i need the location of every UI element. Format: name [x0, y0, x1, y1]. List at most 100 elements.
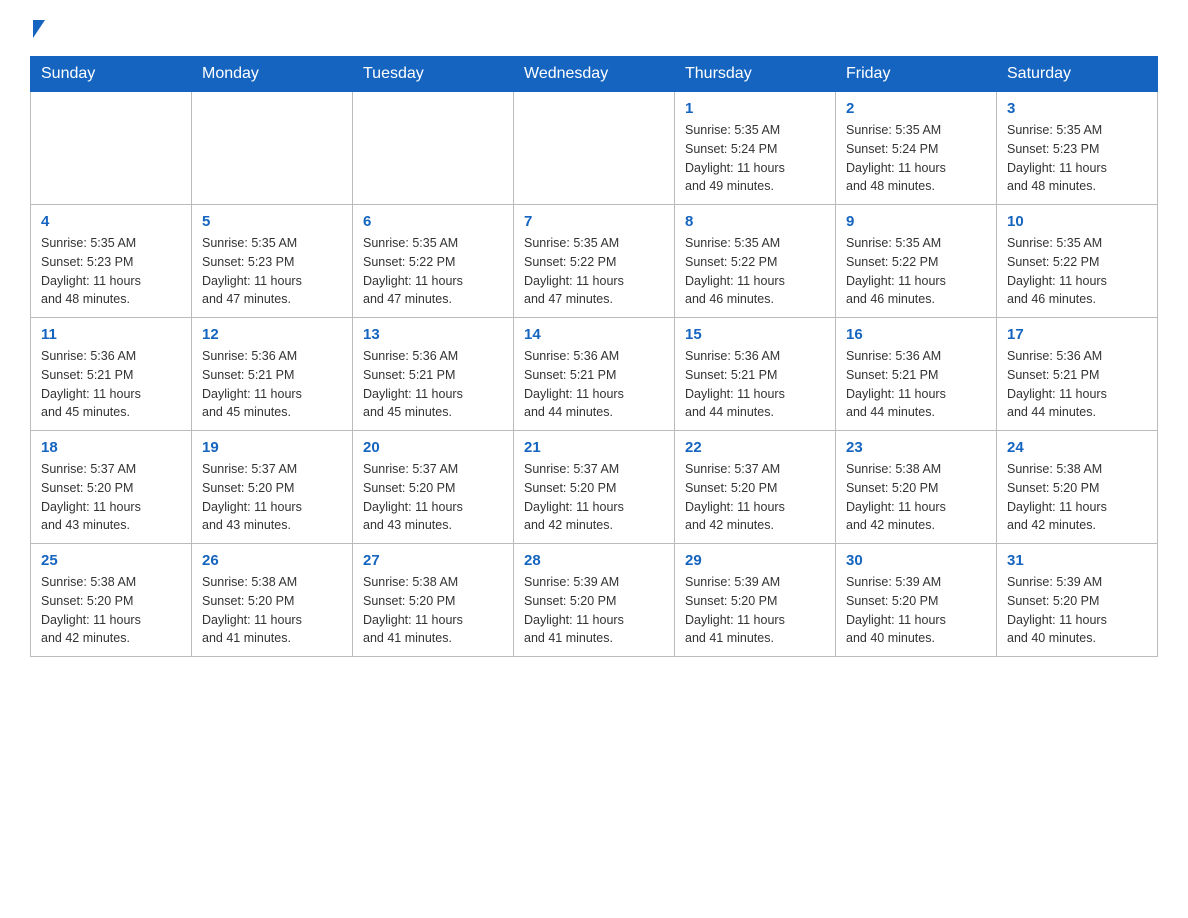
day-info: Sunrise: 5:35 AM Sunset: 5:22 PM Dayligh…	[524, 234, 664, 309]
day-number: 19	[202, 439, 342, 456]
day-info: Sunrise: 5:39 AM Sunset: 5:20 PM Dayligh…	[685, 573, 825, 648]
day-info: Sunrise: 5:39 AM Sunset: 5:20 PM Dayligh…	[524, 573, 664, 648]
calendar-cell: 16 Sunrise: 5:36 AM Sunset: 5:21 PM Dayli…	[836, 318, 997, 431]
day-number: 21	[524, 439, 664, 456]
day-number: 8	[685, 213, 825, 230]
day-info: Sunrise: 5:36 AM Sunset: 5:21 PM Dayligh…	[363, 347, 503, 422]
day-number: 20	[363, 439, 503, 456]
day-number: 13	[363, 326, 503, 343]
day-number: 3	[1007, 100, 1147, 117]
calendar-cell: 3 Sunrise: 5:35 AM Sunset: 5:23 PM Daylig…	[997, 92, 1158, 205]
calendar-cell: 4 Sunrise: 5:35 AM Sunset: 5:23 PM Daylig…	[31, 205, 192, 318]
calendar-cell: 21 Sunrise: 5:37 AM Sunset: 5:20 PM Dayli…	[514, 431, 675, 544]
day-number: 22	[685, 439, 825, 456]
day-info: Sunrise: 5:39 AM Sunset: 5:20 PM Dayligh…	[1007, 573, 1147, 648]
day-info: Sunrise: 5:38 AM Sunset: 5:20 PM Dayligh…	[41, 573, 181, 648]
calendar-header-row: SundayMondayTuesdayWednesdayThursdayFrid…	[31, 57, 1158, 92]
day-info: Sunrise: 5:38 AM Sunset: 5:20 PM Dayligh…	[1007, 460, 1147, 535]
calendar-week-1: 1 Sunrise: 5:35 AM Sunset: 5:24 PM Daylig…	[31, 92, 1158, 205]
calendar-header-tuesday: Tuesday	[353, 57, 514, 92]
day-info: Sunrise: 5:37 AM Sunset: 5:20 PM Dayligh…	[41, 460, 181, 535]
day-info: Sunrise: 5:35 AM Sunset: 5:22 PM Dayligh…	[846, 234, 986, 309]
calendar-cell	[514, 92, 675, 205]
calendar-header-wednesday: Wednesday	[514, 57, 675, 92]
calendar-cell: 17Sunrise: 5:36 AM Sunset: 5:21 PM Dayli…	[997, 318, 1158, 431]
day-number: 9	[846, 213, 986, 230]
day-info: Sunrise: 5:37 AM Sunset: 5:20 PM Dayligh…	[524, 460, 664, 535]
day-info: Sunrise: 5:35 AM Sunset: 5:23 PM Dayligh…	[41, 234, 181, 309]
day-info: Sunrise: 5:35 AM Sunset: 5:22 PM Dayligh…	[685, 234, 825, 309]
calendar-cell: 15 Sunrise: 5:36 AM Sunset: 5:21 PM Dayli…	[675, 318, 836, 431]
day-number: 15	[685, 326, 825, 343]
calendar-cell: 28 Sunrise: 5:39 AM Sunset: 5:20 PM Dayli…	[514, 544, 675, 657]
calendar-cell	[353, 92, 514, 205]
calendar-cell: 9 Sunrise: 5:35 AM Sunset: 5:22 PM Daylig…	[836, 205, 997, 318]
day-number: 23	[846, 439, 986, 456]
day-info: Sunrise: 5:35 AM Sunset: 5:22 PM Dayligh…	[363, 234, 503, 309]
calendar-cell: 12Sunrise: 5:36 AM Sunset: 5:21 PM Dayli…	[192, 318, 353, 431]
calendar-cell: 8 Sunrise: 5:35 AM Sunset: 5:22 PM Daylig…	[675, 205, 836, 318]
day-info: Sunrise: 5:36 AM Sunset: 5:21 PM Dayligh…	[846, 347, 986, 422]
calendar-cell: 20 Sunrise: 5:37 AM Sunset: 5:20 PM Dayli…	[353, 431, 514, 544]
day-number: 7	[524, 213, 664, 230]
calendar-week-3: 11Sunrise: 5:36 AM Sunset: 5:21 PM Dayli…	[31, 318, 1158, 431]
day-number: 10	[1007, 213, 1147, 230]
calendar-cell: 7 Sunrise: 5:35 AM Sunset: 5:22 PM Daylig…	[514, 205, 675, 318]
day-info: Sunrise: 5:36 AM Sunset: 5:21 PM Dayligh…	[524, 347, 664, 422]
day-info: Sunrise: 5:36 AM Sunset: 5:21 PM Dayligh…	[41, 347, 181, 422]
day-number: 12	[202, 326, 342, 343]
day-number: 29	[685, 552, 825, 569]
day-info: Sunrise: 5:37 AM Sunset: 5:20 PM Dayligh…	[685, 460, 825, 535]
calendar-cell	[192, 92, 353, 205]
calendar-cell: 14 Sunrise: 5:36 AM Sunset: 5:21 PM Dayli…	[514, 318, 675, 431]
calendar-cell: 19Sunrise: 5:37 AM Sunset: 5:20 PM Dayli…	[192, 431, 353, 544]
day-info: Sunrise: 5:38 AM Sunset: 5:20 PM Dayligh…	[363, 573, 503, 648]
day-number: 14	[524, 326, 664, 343]
day-number: 27	[363, 552, 503, 569]
day-info: Sunrise: 5:35 AM Sunset: 5:24 PM Dayligh…	[846, 121, 986, 196]
day-info: Sunrise: 5:39 AM Sunset: 5:20 PM Dayligh…	[846, 573, 986, 648]
day-number: 2	[846, 100, 986, 117]
day-info: Sunrise: 5:35 AM Sunset: 5:23 PM Dayligh…	[1007, 121, 1147, 196]
calendar-header-saturday: Saturday	[997, 57, 1158, 92]
calendar-cell: 1 Sunrise: 5:35 AM Sunset: 5:24 PM Daylig…	[675, 92, 836, 205]
logo	[30, 20, 45, 36]
calendar-cell: 5Sunrise: 5:35 AM Sunset: 5:23 PM Daylig…	[192, 205, 353, 318]
day-info: Sunrise: 5:36 AM Sunset: 5:21 PM Dayligh…	[685, 347, 825, 422]
calendar-header-monday: Monday	[192, 57, 353, 92]
calendar-cell: 24 Sunrise: 5:38 AM Sunset: 5:20 PM Dayli…	[997, 431, 1158, 544]
day-number: 17	[1007, 326, 1147, 343]
calendar-header-thursday: Thursday	[675, 57, 836, 92]
day-info: Sunrise: 5:35 AM Sunset: 5:24 PM Dayligh…	[685, 121, 825, 196]
calendar-cell: 6 Sunrise: 5:35 AM Sunset: 5:22 PM Daylig…	[353, 205, 514, 318]
calendar-header-friday: Friday	[836, 57, 997, 92]
calendar-cell: 13 Sunrise: 5:36 AM Sunset: 5:21 PM Dayli…	[353, 318, 514, 431]
day-info: Sunrise: 5:35 AM Sunset: 5:22 PM Dayligh…	[1007, 234, 1147, 309]
calendar-cell: 25 Sunrise: 5:38 AM Sunset: 5:20 PM Dayli…	[31, 544, 192, 657]
day-number: 16	[846, 326, 986, 343]
calendar-cell: 10 Sunrise: 5:35 AM Sunset: 5:22 PM Dayli…	[997, 205, 1158, 318]
day-number: 6	[363, 213, 503, 230]
day-number: 4	[41, 213, 181, 230]
calendar-week-2: 4 Sunrise: 5:35 AM Sunset: 5:23 PM Daylig…	[31, 205, 1158, 318]
calendar-cell: 29 Sunrise: 5:39 AM Sunset: 5:20 PM Dayli…	[675, 544, 836, 657]
day-number: 5	[202, 213, 342, 230]
day-number: 30	[846, 552, 986, 569]
day-number: 1	[685, 100, 825, 117]
calendar-cell: 18Sunrise: 5:37 AM Sunset: 5:20 PM Dayli…	[31, 431, 192, 544]
calendar-cell: 22 Sunrise: 5:37 AM Sunset: 5:20 PM Dayli…	[675, 431, 836, 544]
calendar-cell: 30 Sunrise: 5:39 AM Sunset: 5:20 PM Dayli…	[836, 544, 997, 657]
day-info: Sunrise: 5:38 AM Sunset: 5:20 PM Dayligh…	[202, 573, 342, 648]
calendar-week-5: 25 Sunrise: 5:38 AM Sunset: 5:20 PM Dayli…	[31, 544, 1158, 657]
day-number: 28	[524, 552, 664, 569]
day-info: Sunrise: 5:38 AM Sunset: 5:20 PM Dayligh…	[846, 460, 986, 535]
calendar-table: SundayMondayTuesdayWednesdayThursdayFrid…	[30, 56, 1158, 657]
calendar-week-4: 18Sunrise: 5:37 AM Sunset: 5:20 PM Dayli…	[31, 431, 1158, 544]
day-number: 24	[1007, 439, 1147, 456]
calendar-cell: 31 Sunrise: 5:39 AM Sunset: 5:20 PM Dayli…	[997, 544, 1158, 657]
day-info: Sunrise: 5:37 AM Sunset: 5:20 PM Dayligh…	[363, 460, 503, 535]
calendar-cell: 27 Sunrise: 5:38 AM Sunset: 5:20 PM Dayli…	[353, 544, 514, 657]
day-number: 25	[41, 552, 181, 569]
logo-arrow-icon	[33, 20, 45, 38]
day-number: 31	[1007, 552, 1147, 569]
